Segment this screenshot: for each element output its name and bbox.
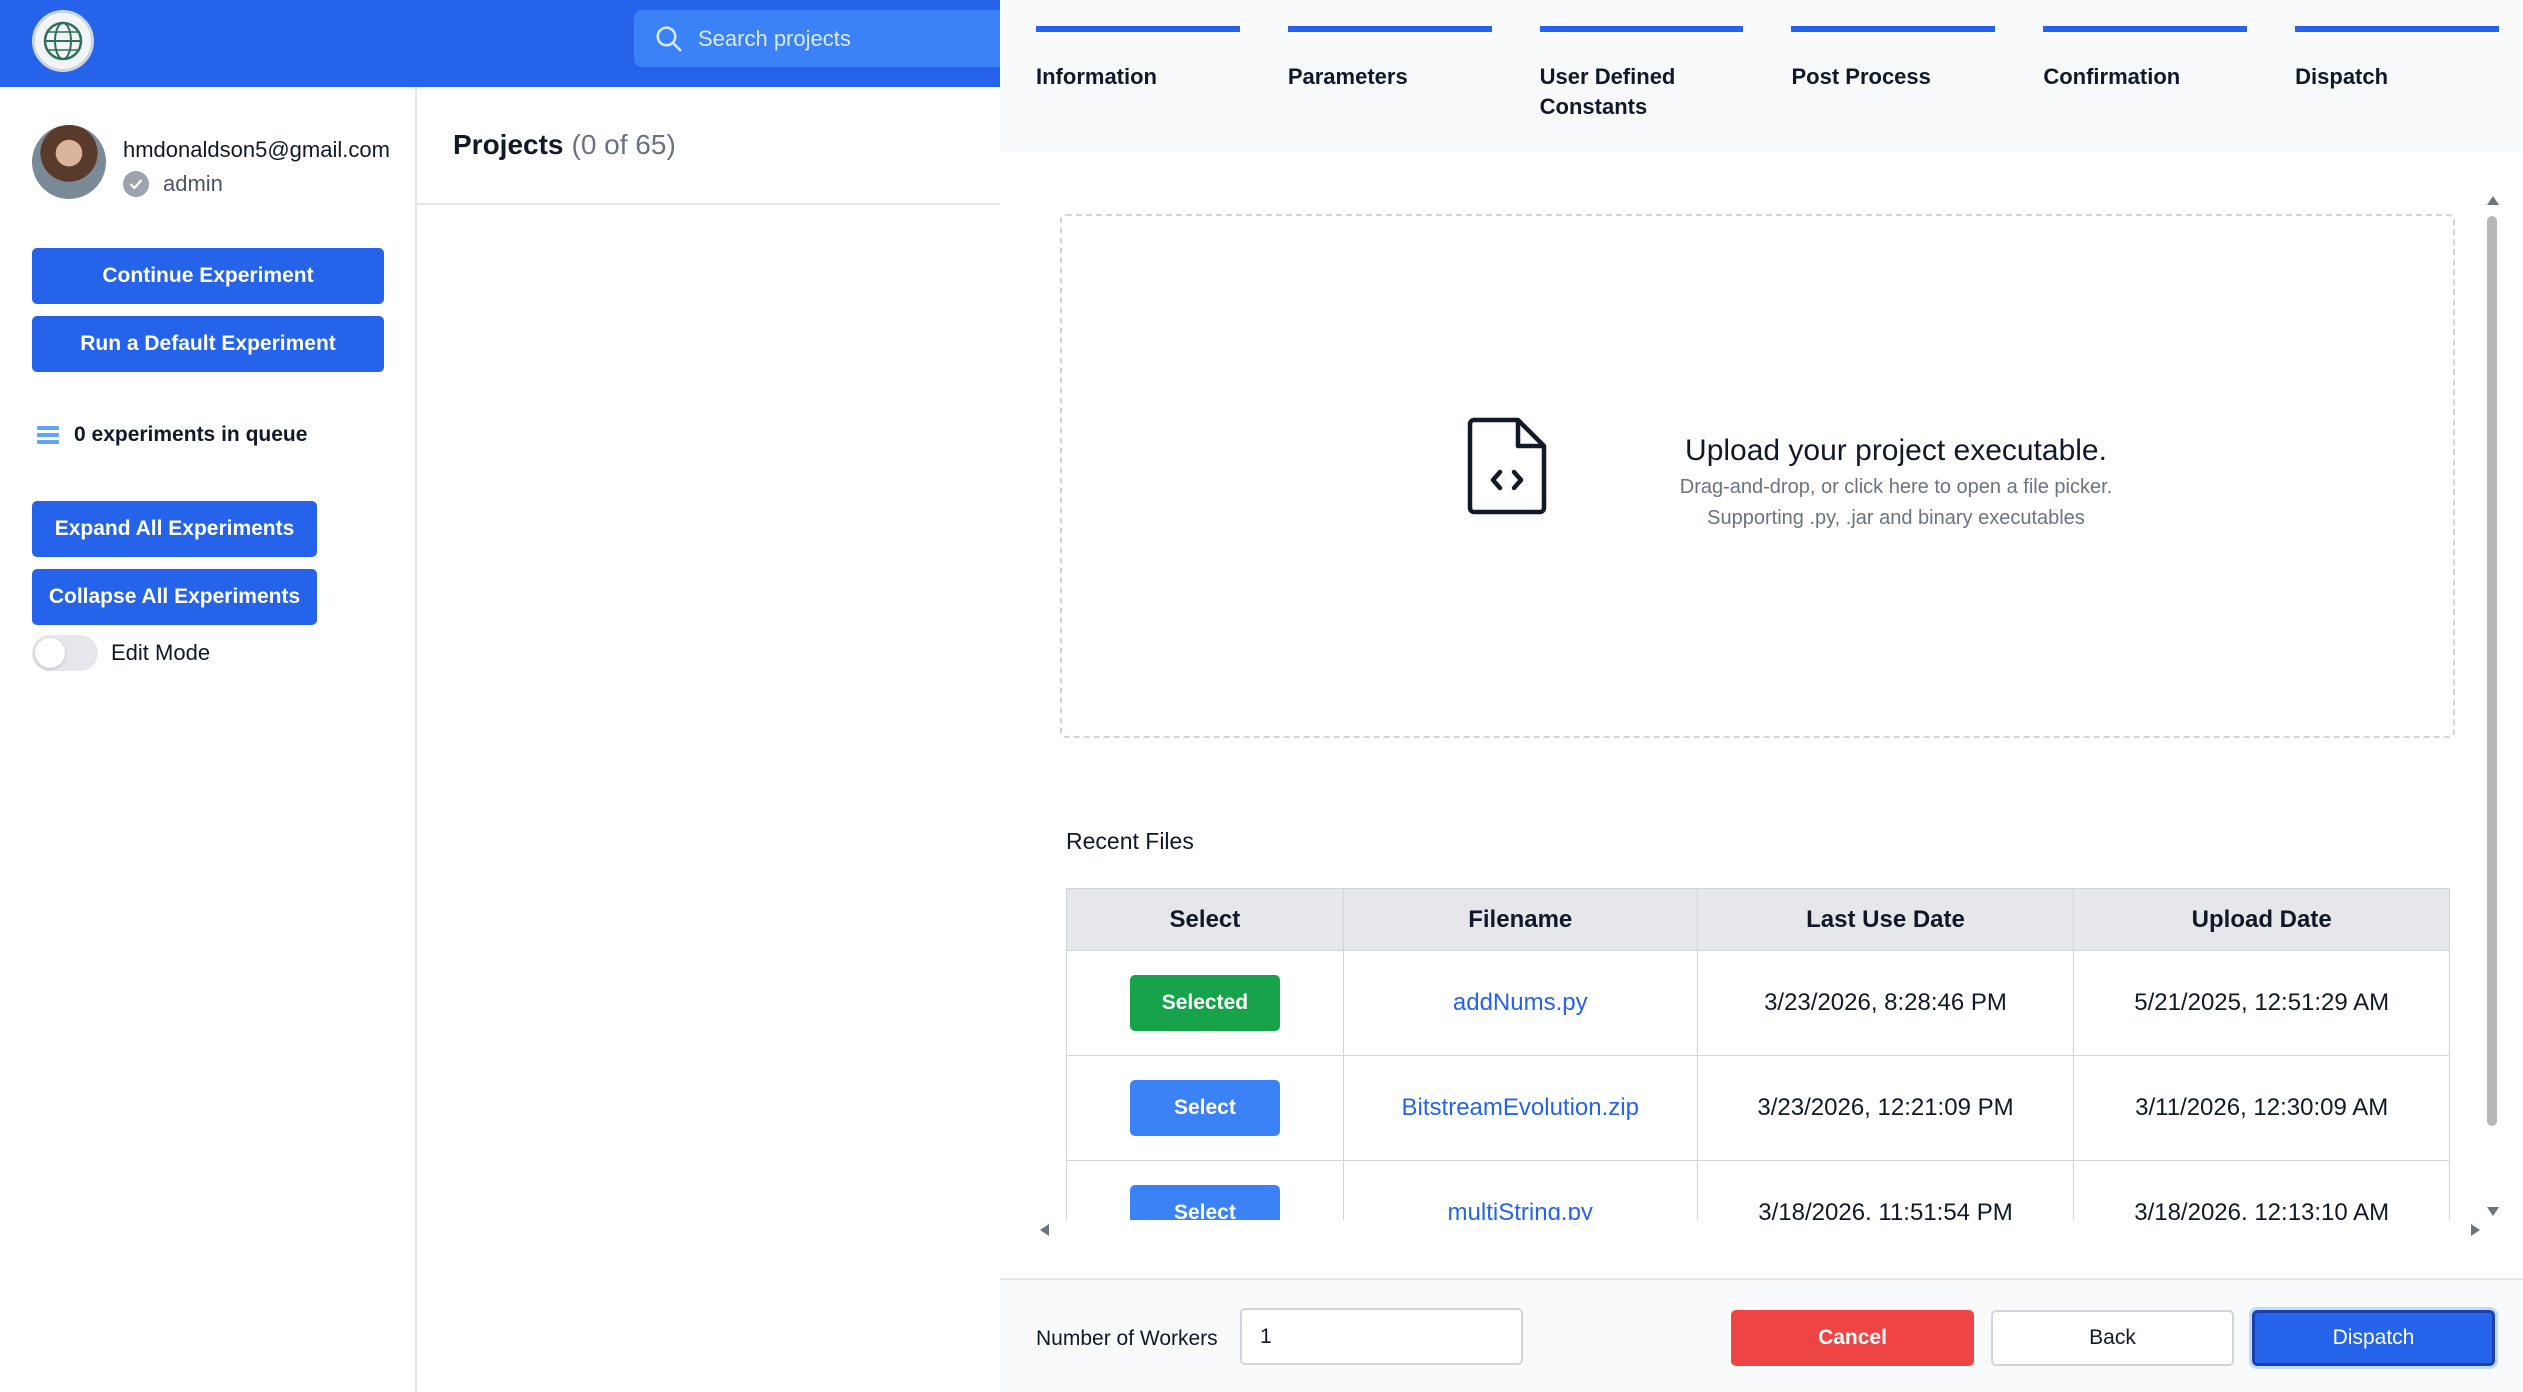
step-dispatch[interactable]: Dispatch [2295,26,2499,152]
file-select-button[interactable]: Select [1129,1080,1280,1136]
user-role-label: admin [163,171,223,196]
filename-cell: addNums.py [1342,950,1698,1056]
number-of-workers-label: Number of Workers [1036,1327,1218,1350]
step-information[interactable]: Information [1036,26,1240,152]
file-upload-dropzone[interactable]: Upload your project executable. Drag-and… [1060,214,2455,738]
user-role: admin [123,171,223,197]
number-of-workers-input[interactable] [1240,1308,1523,1365]
upload-title: Upload your project executable. [1685,434,2107,467]
experiment-queue-status: 0 experiments in queue [36,423,307,447]
scroll-up-arrow-icon[interactable] [2487,196,2499,205]
select-cell: Selected [1066,950,1344,1056]
upload-date-cell: 3/11/2026, 12:30:09 AM [2073,1055,2450,1161]
step-post-process[interactable]: Post Process [1791,26,1996,152]
file-select-button[interactable]: Select [1129,1185,1280,1220]
column-header-last-use-date: Last Use Date [1696,888,2075,951]
select-cell: Select [1066,1160,1344,1220]
upload-date-cell: 3/18/2026, 12:13:10 AM [2073,1160,2450,1220]
dispatch-button[interactable]: Dispatch [2249,1307,2498,1369]
modal-content: Upload your project executable. Drag-and… [1036,190,2491,1220]
projects-panel: Projects (0 of 65) [417,87,1000,1392]
filename-link[interactable]: multiString.py [1448,1199,1593,1220]
upload-supported-types: Supporting .py, .jar and binary executab… [1707,507,2085,529]
step-confirmation[interactable]: Confirmation [2043,26,2248,152]
horizontal-scrollbar[interactable] [1040,1223,2480,1237]
app-logo[interactable] [32,10,94,72]
filename-cell: BitstreamEvolution.zip [1342,1055,1698,1161]
filename-link[interactable]: BitstreamEvolution.zip [1402,1094,1639,1121]
scroll-left-arrow-icon[interactable] [1040,1224,1049,1236]
edit-mode-toggle[interactable] [32,635,98,671]
table-header-row: Select Filename Last Use Date Upload Dat… [1066,888,2450,951]
queue-list-icon [37,426,59,444]
search-input[interactable] [698,25,998,52]
modal-footer: Number of Workers Cancel Back Dispatch [1000,1278,2523,1392]
table-row: Select multiString.py 3/18/2026, 11:51:5… [1066,1160,2450,1220]
recent-files-table: Select Filename Last Use Date Upload Dat… [1066,888,2450,1220]
table-row: Select BitstreamEvolution.zip 3/23/2026,… [1066,1055,2450,1161]
page-title: Projects [453,129,564,160]
back-button[interactable]: Back [1991,1310,2234,1366]
vertical-scrollbar[interactable] [2485,196,2499,1216]
scroll-right-arrow-icon[interactable] [2471,1224,2480,1236]
column-header-upload-date: Upload Date [2073,888,2450,951]
step-parameters[interactable]: Parameters [1287,26,1492,152]
last-use-date-cell: 3/23/2026, 12:21:09 PM [1696,1055,2075,1161]
projects-header: Projects (0 of 65) [417,87,1000,205]
cancel-button[interactable]: Cancel [1731,1310,1974,1366]
wizard-steps: Information Parameters User Defined Cons… [1000,0,2523,152]
scrollbar-thumb[interactable] [2487,216,2497,1126]
filename-link[interactable]: addNums.py [1453,989,1588,1016]
edit-mode-label: Edit Mode [111,640,211,665]
last-use-date-cell: 3/23/2026, 8:28:46 PM [1696,950,2075,1056]
upload-date-cell: 5/21/2025, 12:51:29 AM [2073,950,2450,1056]
last-use-date-cell: 3/18/2026, 11:51:54 PM [1696,1160,2075,1220]
file-selected-button[interactable]: Selected [1129,975,1280,1031]
upload-subtitle: Drag-and-drop, or click here to open a f… [1679,476,2113,498]
table-row: Selected addNums.py 3/23/2026, 8:28:46 P… [1066,950,2450,1056]
sidebar: hmdonaldson5@gmail.com admin Continue Ex… [0,87,417,1392]
verified-check-icon [123,171,149,197]
column-header-filename: Filename [1342,888,1698,951]
projects-count: (0 of 65) [571,129,676,160]
run-default-experiment-button[interactable]: Run a Default Experiment [32,316,384,372]
search-bar[interactable] [634,10,1000,67]
step-user-defined-constants[interactable]: User Defined Constants [1539,26,1744,152]
recent-files-label: Recent Files [1066,828,1194,854]
upload-instructions: Drag-and-drop, or click here to open a f… [1526,472,2266,534]
search-icon [656,26,682,51]
globe-logo-icon [43,21,83,61]
expand-all-experiments-button[interactable]: Expand All Experiments [32,501,317,557]
select-cell: Select [1066,1055,1344,1161]
queue-text: 0 experiments in queue [74,423,308,446]
filename-cell: multiString.py [1342,1160,1698,1220]
user-email: hmdonaldson5@gmail.com [123,137,390,162]
toggle-knob [35,638,65,668]
dispatch-experiment-modal: Information Parameters User Defined Cons… [1000,0,2523,1392]
collapse-all-experiments-button[interactable]: Collapse All Experiments [32,569,317,625]
column-header-select: Select [1066,888,1344,951]
avatar[interactable] [32,125,106,199]
top-navbar [0,0,1000,87]
scroll-down-arrow-icon[interactable] [2487,1207,2499,1216]
continue-experiment-button[interactable]: Continue Experiment [32,248,384,304]
